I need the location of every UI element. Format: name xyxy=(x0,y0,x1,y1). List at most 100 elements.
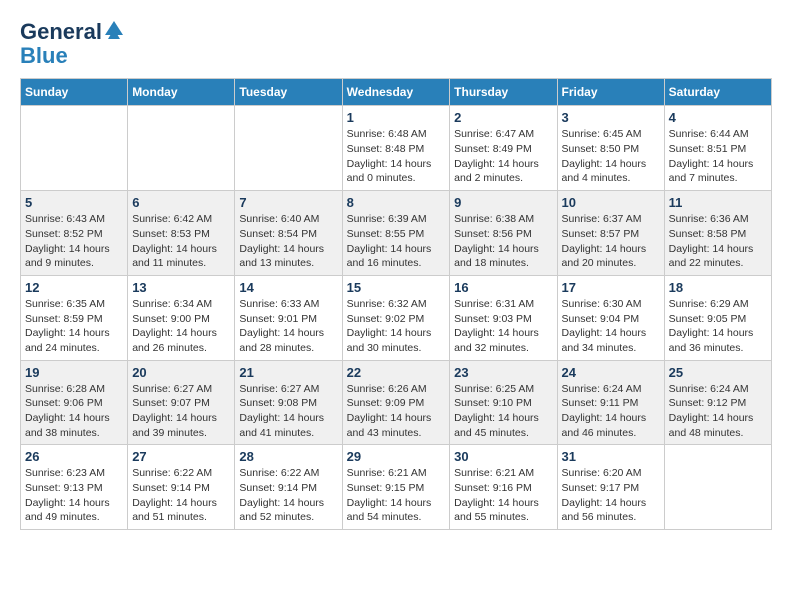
day-info: Sunrise: 6:45 AM Sunset: 8:50 PM Dayligh… xyxy=(562,127,660,186)
day-cell: 21 Sunrise: 6:27 AM Sunset: 9:08 PM Dayli… xyxy=(235,360,342,445)
logo: General Blue xyxy=(20,20,123,68)
day-cell: 17 Sunrise: 6:30 AM Sunset: 9:04 PM Dayli… xyxy=(557,275,664,360)
day-number: 28 xyxy=(239,449,337,464)
header-saturday: Saturday xyxy=(664,79,771,106)
day-cell: 31Sunrise: 6:20 AM Sunset: 9:17 PM Dayli… xyxy=(557,445,664,530)
day-cell xyxy=(664,445,771,530)
day-info: Sunrise: 6:37 AM Sunset: 8:57 PM Dayligh… xyxy=(562,212,660,271)
logo-icon xyxy=(105,21,123,39)
day-number: 20 xyxy=(132,365,230,380)
calendar-table: SundayMondayTuesdayWednesdayThursdayFrid… xyxy=(20,78,772,530)
header-sunday: Sunday xyxy=(21,79,128,106)
week-row-5: 26 Sunrise: 6:23 AM Sunset: 9:13 PM Dayli… xyxy=(21,445,772,530)
day-info: Sunrise: 6:22 AM Sunset: 9:14 PM Dayligh… xyxy=(132,466,230,525)
day-cell: 27 Sunrise: 6:22 AM Sunset: 9:14 PM Dayli… xyxy=(128,445,235,530)
day-info: Sunrise: 6:21 AM Sunset: 9:16 PM Dayligh… xyxy=(454,466,552,525)
header-wednesday: Wednesday xyxy=(342,79,450,106)
day-number: 11 xyxy=(669,195,767,210)
day-info: Sunrise: 6:22 AM Sunset: 9:14 PM Dayligh… xyxy=(239,466,337,525)
week-row-2: 5Sunrise: 6:43 AM Sunset: 8:52 PM Daylig… xyxy=(21,191,772,276)
day-cell: 18 Sunrise: 6:29 AM Sunset: 9:05 PM Dayli… xyxy=(664,275,771,360)
day-info: Sunrise: 6:26 AM Sunset: 9:09 PM Dayligh… xyxy=(347,382,446,441)
day-info: Sunrise: 6:28 AM Sunset: 9:06 PM Dayligh… xyxy=(25,382,123,441)
day-info: Sunrise: 6:23 AM Sunset: 9:13 PM Dayligh… xyxy=(25,466,123,525)
day-number: 12 xyxy=(25,280,123,295)
day-cell: 8 Sunrise: 6:39 AM Sunset: 8:55 PM Daylig… xyxy=(342,191,450,276)
day-number: 10 xyxy=(562,195,660,210)
day-number: 2 xyxy=(454,110,552,125)
day-cell: 24 Sunrise: 6:24 AM Sunset: 9:11 PM Dayli… xyxy=(557,360,664,445)
day-number: 1 xyxy=(347,110,446,125)
day-cell: 15Sunrise: 6:32 AM Sunset: 9:02 PM Dayli… xyxy=(342,275,450,360)
day-info: Sunrise: 6:21 AM Sunset: 9:15 PM Dayligh… xyxy=(347,466,446,525)
day-info: Sunrise: 6:35 AM Sunset: 8:59 PM Dayligh… xyxy=(25,297,123,356)
day-number: 24 xyxy=(562,365,660,380)
day-number: 16 xyxy=(454,280,552,295)
day-cell: 14 Sunrise: 6:33 AM Sunset: 9:01 PM Dayli… xyxy=(235,275,342,360)
day-info: Sunrise: 6:29 AM Sunset: 9:05 PM Dayligh… xyxy=(669,297,767,356)
day-cell xyxy=(21,106,128,191)
day-info: Sunrise: 6:30 AM Sunset: 9:04 PM Dayligh… xyxy=(562,297,660,356)
day-cell: 29 Sunrise: 6:21 AM Sunset: 9:15 PM Dayli… xyxy=(342,445,450,530)
day-info: Sunrise: 6:34 AM Sunset: 9:00 PM Dayligh… xyxy=(132,297,230,356)
day-number: 23 xyxy=(454,365,552,380)
day-info: Sunrise: 6:48 AM Sunset: 8:48 PM Dayligh… xyxy=(347,127,446,186)
day-info: Sunrise: 6:36 AM Sunset: 8:58 PM Dayligh… xyxy=(669,212,767,271)
page-header: General Blue xyxy=(20,20,772,68)
day-number: 26 xyxy=(25,449,123,464)
day-number: 27 xyxy=(132,449,230,464)
week-row-4: 19Sunrise: 6:28 AM Sunset: 9:06 PM Dayli… xyxy=(21,360,772,445)
day-cell xyxy=(128,106,235,191)
day-cell: 3 Sunrise: 6:45 AM Sunset: 8:50 PM Daylig… xyxy=(557,106,664,191)
logo-general-text: General xyxy=(20,20,102,44)
day-cell: 28 Sunrise: 6:22 AM Sunset: 9:14 PM Dayli… xyxy=(235,445,342,530)
day-cell: 20Sunrise: 6:27 AM Sunset: 9:07 PM Dayli… xyxy=(128,360,235,445)
day-info: Sunrise: 6:20 AM Sunset: 9:17 PM Dayligh… xyxy=(562,466,660,525)
day-number: 17 xyxy=(562,280,660,295)
header-monday: Monday xyxy=(128,79,235,106)
day-cell: 23 Sunrise: 6:25 AM Sunset: 9:10 PM Dayli… xyxy=(450,360,557,445)
day-info: Sunrise: 6:39 AM Sunset: 8:55 PM Dayligh… xyxy=(347,212,446,271)
day-cell: 1 Sunrise: 6:48 AM Sunset: 8:48 PM Daylig… xyxy=(342,106,450,191)
day-number: 5 xyxy=(25,195,123,210)
day-number: 4 xyxy=(669,110,767,125)
day-info: Sunrise: 6:44 AM Sunset: 8:51 PM Dayligh… xyxy=(669,127,767,186)
day-cell xyxy=(235,106,342,191)
day-info: Sunrise: 6:24 AM Sunset: 9:11 PM Dayligh… xyxy=(562,382,660,441)
day-cell: 7Sunrise: 6:40 AM Sunset: 8:54 PM Daylig… xyxy=(235,191,342,276)
day-number: 18 xyxy=(669,280,767,295)
day-info: Sunrise: 6:24 AM Sunset: 9:12 PM Dayligh… xyxy=(669,382,767,441)
day-info: Sunrise: 6:25 AM Sunset: 9:10 PM Dayligh… xyxy=(454,382,552,441)
day-cell: 16 Sunrise: 6:31 AM Sunset: 9:03 PM Dayli… xyxy=(450,275,557,360)
day-number: 8 xyxy=(347,195,446,210)
day-cell: 26 Sunrise: 6:23 AM Sunset: 9:13 PM Dayli… xyxy=(21,445,128,530)
day-number: 22 xyxy=(347,365,446,380)
day-number: 3 xyxy=(562,110,660,125)
day-info: Sunrise: 6:47 AM Sunset: 8:49 PM Dayligh… xyxy=(454,127,552,186)
day-cell: 12 Sunrise: 6:35 AM Sunset: 8:59 PM Dayli… xyxy=(21,275,128,360)
calendar-header-row: SundayMondayTuesdayWednesdayThursdayFrid… xyxy=(21,79,772,106)
day-cell: 13 Sunrise: 6:34 AM Sunset: 9:00 PM Dayli… xyxy=(128,275,235,360)
week-row-1: 1 Sunrise: 6:48 AM Sunset: 8:48 PM Daylig… xyxy=(21,106,772,191)
day-info: Sunrise: 6:33 AM Sunset: 9:01 PM Dayligh… xyxy=(239,297,337,356)
day-number: 21 xyxy=(239,365,337,380)
day-info: Sunrise: 6:38 AM Sunset: 8:56 PM Dayligh… xyxy=(454,212,552,271)
day-info: Sunrise: 6:32 AM Sunset: 9:02 PM Dayligh… xyxy=(347,297,446,356)
day-number: 25 xyxy=(669,365,767,380)
day-cell: 30Sunrise: 6:21 AM Sunset: 9:16 PM Dayli… xyxy=(450,445,557,530)
header-friday: Friday xyxy=(557,79,664,106)
week-row-3: 12 Sunrise: 6:35 AM Sunset: 8:59 PM Dayli… xyxy=(21,275,772,360)
day-info: Sunrise: 6:27 AM Sunset: 9:08 PM Dayligh… xyxy=(239,382,337,441)
logo-blue-text: Blue xyxy=(20,44,68,68)
day-number: 9 xyxy=(454,195,552,210)
header-thursday: Thursday xyxy=(450,79,557,106)
day-number: 13 xyxy=(132,280,230,295)
day-cell: 19Sunrise: 6:28 AM Sunset: 9:06 PM Dayli… xyxy=(21,360,128,445)
day-number: 14 xyxy=(239,280,337,295)
day-info: Sunrise: 6:31 AM Sunset: 9:03 PM Dayligh… xyxy=(454,297,552,356)
day-cell: 6Sunrise: 6:42 AM Sunset: 8:53 PM Daylig… xyxy=(128,191,235,276)
day-cell: 4 Sunrise: 6:44 AM Sunset: 8:51 PM Daylig… xyxy=(664,106,771,191)
day-cell: 22 Sunrise: 6:26 AM Sunset: 9:09 PM Dayli… xyxy=(342,360,450,445)
day-number: 6 xyxy=(132,195,230,210)
day-number: 29 xyxy=(347,449,446,464)
